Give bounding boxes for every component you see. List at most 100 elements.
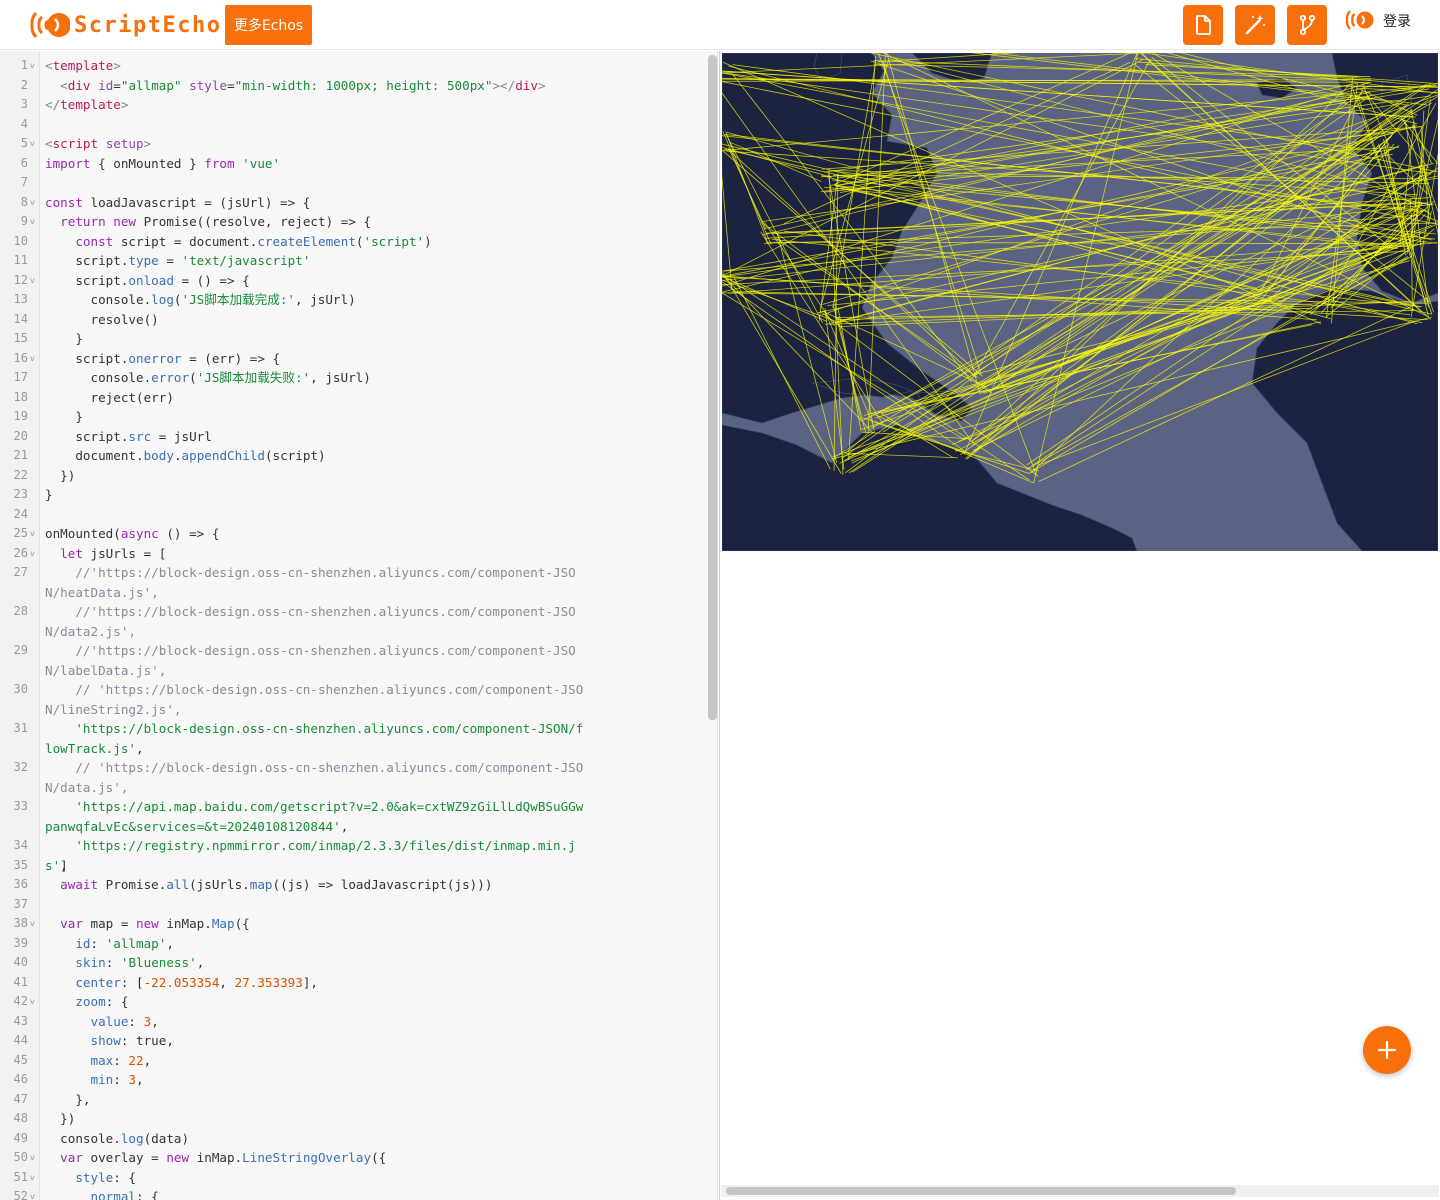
user-avatar-icon[interactable] [1344, 6, 1374, 34]
fold-toggle-icon[interactable]: v [30, 193, 35, 213]
code-line[interactable]: 7 [0, 173, 704, 193]
code-line[interactable]: 26 v let jsUrls = [ [0, 544, 704, 564]
preview-horizontal-scrollbar[interactable] [721, 1185, 1439, 1197]
code-line[interactable]: 37 [0, 895, 704, 915]
code-line[interactable]: 18 reject(err) [0, 388, 704, 408]
line-number: 24 [13, 506, 28, 521]
code-line[interactable]: 15 } [0, 329, 704, 349]
line-number: 32 [13, 760, 28, 774]
code-line[interactable]: 6 import { onMounted } from 'vue' [0, 154, 704, 174]
code-line[interactable]: 20 script.src = jsUrl [0, 427, 704, 447]
code-line[interactable]: 19 } [0, 407, 704, 427]
fold-toggle-icon[interactable]: v [30, 1168, 35, 1188]
code-line[interactable]: 29 //'https://block-design.oss-cn-shenzh… [0, 641, 704, 680]
code-line[interactable]: 46 min: 3, [0, 1070, 704, 1090]
code-line[interactable]: 49 console.log(data) [0, 1129, 704, 1149]
code-line[interactable]: 23} [0, 485, 704, 505]
code-line[interactable]: 27 //'https://block-design.oss-cn-shenzh… [0, 563, 704, 602]
code-line[interactable]: 42 v zoom: { [0, 992, 704, 1012]
fold-toggle-icon[interactable]: v [30, 524, 35, 544]
fold-toggle-icon[interactable]: v [30, 212, 35, 232]
code-line[interactable]: 33 'https://api.map.baidu.com/getscript?… [0, 797, 704, 836]
login-link[interactable]: 登录 [1383, 11, 1411, 31]
code-line[interactable]: 47 }, [0, 1090, 704, 1110]
code-line[interactable]: 34 'https://registry.npmmirror.com/inmap… [0, 836, 704, 873]
fold-toggle-icon[interactable]: v [30, 134, 35, 154]
fold-toggle-icon[interactable]: v [30, 56, 35, 76]
code-text: zoom: { [75, 994, 129, 1009]
editor-vertical-scrollbar[interactable] [708, 55, 717, 720]
code-line[interactable]: 22 }) [0, 466, 704, 486]
add-button[interactable] [1363, 1026, 1411, 1074]
code-line[interactable]: 10 const script = document.createElement… [0, 232, 704, 252]
line-number: 20 [13, 428, 28, 443]
code-line[interactable]: 9v return new Promise((resolve, reject) … [0, 212, 704, 232]
line-number: 27 [13, 565, 28, 579]
code-editor[interactable]: 1 v <template> 2 <div id="allmap" style="mi… [0, 51, 718, 1200]
code-line[interactable]: 8 v const loadJavascript = (jsUrl) => { [0, 193, 704, 213]
code-line[interactable]: 44 show: true, [0, 1031, 704, 1051]
code-text: resolve() [45, 311, 159, 327]
code-line[interactable]: 39 id: 'allmap', [0, 934, 704, 954]
code-line[interactable]: 50 v var overlay = new inMap.LineStringOv… [0, 1148, 704, 1168]
code-line[interactable]: 36 await Promise.all(jsUrls.map((js) => … [0, 875, 704, 895]
logo-text: ScriptEcho [74, 12, 222, 38]
code-line[interactable]: 35 ] [0, 856, 704, 876]
code-line[interactable]: 31 'https://block-design.oss-cn-shenzhen… [0, 719, 704, 758]
line-number: 11 [13, 253, 28, 267]
code-line[interactable]: 4 [0, 115, 704, 135]
code-line[interactable]: 32 // 'https://block-design.oss-cn-shenz… [0, 758, 704, 797]
code-line[interactable]: 28 //'https://block-design.oss-cn-shenzh… [0, 602, 704, 641]
code-line[interactable]: 1 v <template> [0, 56, 704, 76]
code-line[interactable]: 12 v script.onload = () => { [0, 271, 704, 291]
code-lines[interactable]: 1 v <template> 2 <div id="allmap" style="mi… [0, 56, 704, 1200]
fold-toggle-icon[interactable]: v [30, 914, 35, 934]
line-number: 50 [13, 1150, 28, 1164]
fork-button[interactable] [1287, 5, 1327, 45]
scrollbar-thumb[interactable] [726, 1187, 1236, 1195]
fold-toggle-icon[interactable]: v [30, 271, 35, 291]
line-number: 35 [13, 857, 28, 872]
code-line[interactable]: 25 v onMounted(async () => { [0, 524, 704, 544]
code-line[interactable]: 40 skin: 'Blueness', [0, 953, 704, 973]
logo[interactable]: ScriptEcho [28, 6, 221, 44]
code-line[interactable]: 13 console.log('JS脚本加载完成:', jsUrl) [0, 290, 704, 310]
code-line[interactable]: 48 }) [0, 1109, 704, 1129]
fold-toggle-icon[interactable]: v [30, 992, 35, 1012]
magic-wand-button[interactable] [1235, 5, 1275, 45]
line-number: 28 [13, 604, 28, 618]
code-line[interactable]: 51 v style: { [0, 1168, 704, 1188]
code-line[interactable]: 41 center: [-22.053354, 27.353393], [0, 973, 704, 993]
line-number: 1 [20, 58, 28, 72]
code-line[interactable]: 14 resolve() [0, 310, 704, 330]
code-line[interactable]: 5 v <script setup> [0, 134, 704, 154]
code-line[interactable]: 45 max: 22, [0, 1051, 704, 1071]
code-line[interactable]: 24 [0, 505, 704, 525]
line-number: 41 [13, 974, 28, 989]
code-line[interactable]: 30 // 'https://block-design.oss-cn-shenz… [0, 680, 704, 719]
code-line[interactable]: 43 value: 3, [0, 1012, 704, 1032]
fold-toggle-icon[interactable]: v [30, 544, 35, 564]
code-line[interactable]: 52 v normal: { [0, 1187, 704, 1200]
fold-toggle-icon[interactable]: v [30, 1148, 35, 1168]
new-file-button[interactable] [1183, 5, 1223, 45]
more-echos-button[interactable]: 更多Echos [225, 5, 312, 45]
code-line[interactable]: 16 v script.onerror = (err) => { [0, 349, 704, 369]
code-text: <div id="allmap" style="min-width: 1000p… [60, 77, 546, 93]
line-number: 33 [13, 799, 28, 813]
code-text: show: true, [90, 1033, 174, 1048]
fold-toggle-icon[interactable]: v [30, 1187, 35, 1200]
line-number: 17 [13, 370, 28, 384]
fold-toggle-icon[interactable]: v [30, 349, 35, 369]
code-line[interactable]: 2 <div id="allmap" style="min-width: 100… [0, 76, 704, 96]
code-line[interactable]: 21 document.body.appendChild(script) [0, 446, 704, 466]
code-text: }, [45, 1091, 91, 1107]
flow-map[interactable] [722, 53, 1438, 551]
code-line[interactable]: 17 console.error('JS脚本加载失败:', jsUrl) [0, 368, 704, 388]
code-line[interactable]: 38 v var map = new inMap.Map({ [0, 914, 704, 934]
code-text: style: { [75, 1169, 137, 1185]
map-canvas[interactable] [722, 53, 1438, 551]
line-number: 42 [13, 994, 28, 1008]
code-line[interactable]: 3 </template> [0, 95, 704, 115]
code-line[interactable]: 11 script.type = 'text/javascript' [0, 251, 704, 271]
